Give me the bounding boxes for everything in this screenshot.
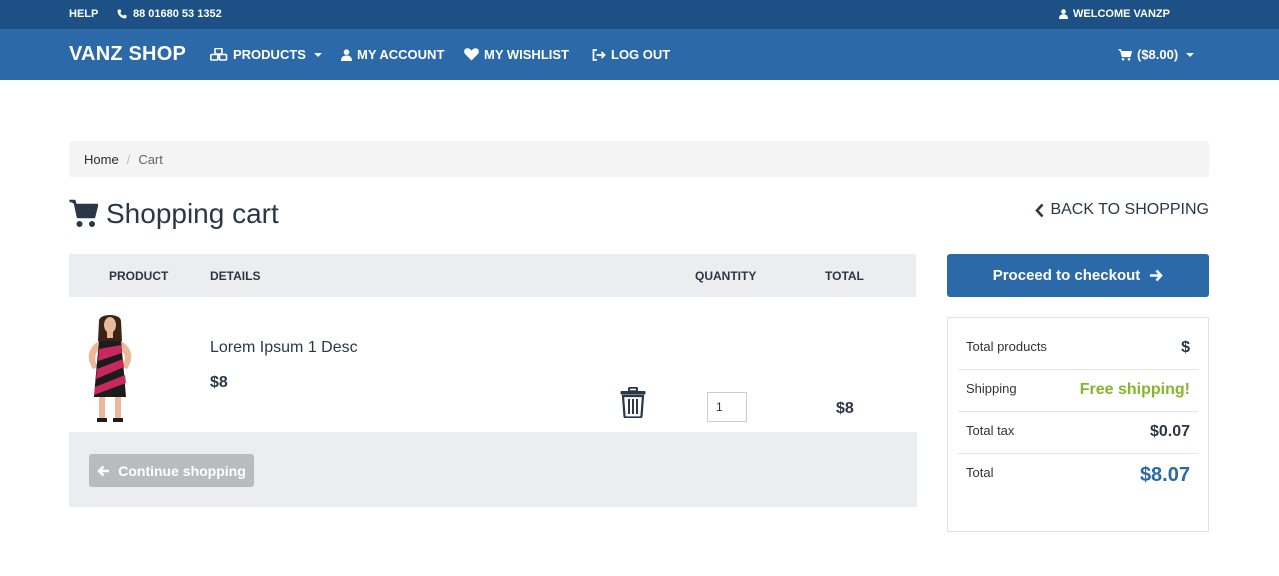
continue-shopping-button[interactable]: Continue shopping xyxy=(89,454,254,487)
shipping-label: Shipping xyxy=(966,381,1017,396)
summary-row-total: Total $8.07 xyxy=(958,454,1198,498)
shopping-cart-icon xyxy=(69,199,98,227)
user-icon xyxy=(1059,9,1068,19)
proceed-to-checkout-label: Proceed to checkout xyxy=(992,267,1141,284)
item-line-total: $8 xyxy=(836,400,854,417)
nav-my-wishlist-label: MY WISHLIST xyxy=(484,47,569,62)
column-header-quantity: QUANTITY xyxy=(695,269,757,283)
nav-my-account[interactable]: MY ACCOUNT xyxy=(341,47,444,62)
total-products-value: $ xyxy=(1181,339,1190,356)
nav-my-account-label: MY ACCOUNT xyxy=(357,47,445,62)
column-header-details: DETAILS xyxy=(210,269,261,283)
total-label: Total xyxy=(966,465,994,480)
cart-table: PRODUCT DETAILS QUANTITY TOTAL Lorem Ips… xyxy=(69,254,917,507)
summary-row-shipping: Shipping Free shipping! xyxy=(958,370,1198,412)
total-value: $8.07 xyxy=(1139,464,1190,486)
welcome-user[interactable]: WELCOME VANZP xyxy=(1059,8,1170,20)
product-image[interactable] xyxy=(77,311,145,423)
top-bar: HELP 88 01680 53 1352 WELCOME VANZP xyxy=(0,0,1279,29)
back-to-shopping-label: BACK TO SHOPPING xyxy=(1050,201,1209,218)
phone-contact: 88 01680 53 1352 xyxy=(117,8,222,20)
breadcrumb-current: Cart xyxy=(138,151,163,167)
breadcrumb-home[interactable]: Home xyxy=(84,152,119,167)
proceed-to-checkout-button[interactable]: Proceed to checkout xyxy=(947,254,1209,297)
nav-products-label: PRODUCTS xyxy=(233,47,306,62)
summary-row-tax: Total tax $0.07 xyxy=(958,412,1198,454)
arrow-right-icon xyxy=(1150,269,1164,282)
nav-cart-dropdown[interactable]: ($8.00) xyxy=(1118,47,1195,62)
column-header-product: PRODUCT xyxy=(109,269,169,283)
phone-icon xyxy=(117,9,127,19)
sign-out-icon xyxy=(592,48,606,61)
arrow-left-icon xyxy=(97,465,110,476)
nav-my-wishlist[interactable]: MY WISHLIST xyxy=(464,47,569,62)
heart-icon xyxy=(464,48,479,61)
nav-log-out[interactable]: LOG OUT xyxy=(592,47,670,62)
total-tax-value: $0.07 xyxy=(1149,423,1190,440)
shopping-cart-icon xyxy=(1118,48,1132,61)
phone-number: 88 01680 53 1352 xyxy=(133,8,222,20)
column-header-total: TOTAL xyxy=(825,269,864,283)
main-navbar: VANZ SHOP PRODUCTS MY ACCOUNT MY WISHLIS… xyxy=(0,29,1279,80)
summary-row-total-products: Total products $ xyxy=(958,318,1198,370)
caret-down-icon xyxy=(313,52,322,57)
caret-down-icon xyxy=(1186,52,1195,57)
item-name[interactable]: Lorem Ipsum 1 Desc xyxy=(210,339,358,357)
help-link[interactable]: HELP xyxy=(69,8,98,20)
welcome-label: WELCOME VANZP xyxy=(1073,8,1170,20)
chevron-left-icon xyxy=(1035,203,1044,217)
user-icon xyxy=(341,48,352,61)
cubes-icon xyxy=(210,48,228,61)
total-tax-label: Total tax xyxy=(966,423,1015,438)
quantity-input[interactable] xyxy=(707,392,747,422)
cart-table-header: PRODUCT DETAILS QUANTITY TOTAL xyxy=(69,254,916,297)
back-to-shopping-link[interactable]: BACK TO SHOPPING xyxy=(1035,201,1209,219)
total-products-label: Total products xyxy=(966,339,1047,354)
item-price: $8 xyxy=(210,374,228,391)
order-summary: Total products $ Shipping Free shipping!… xyxy=(947,317,1209,532)
shipping-value: Free shipping! xyxy=(1079,381,1190,398)
nav-products[interactable]: PRODUCTS xyxy=(210,47,322,62)
nav-log-out-label: LOG OUT xyxy=(611,47,671,62)
page-title-text: Shopping cart xyxy=(106,198,279,229)
cart-total-amount: ($8.00) xyxy=(1137,47,1179,62)
cart-item-row: Lorem Ipsum 1 Desc $8 $8 xyxy=(69,297,916,432)
brand-logo[interactable]: VANZ SHOP xyxy=(69,43,186,66)
trash-icon[interactable] xyxy=(620,387,646,418)
breadcrumb: Home / Cart xyxy=(69,141,1209,177)
page-title: Shopping cart xyxy=(69,198,279,230)
breadcrumb-separator: / xyxy=(126,151,131,167)
cart-table-footer: Continue shopping xyxy=(69,432,917,507)
continue-shopping-label: Continue shopping xyxy=(118,462,246,479)
